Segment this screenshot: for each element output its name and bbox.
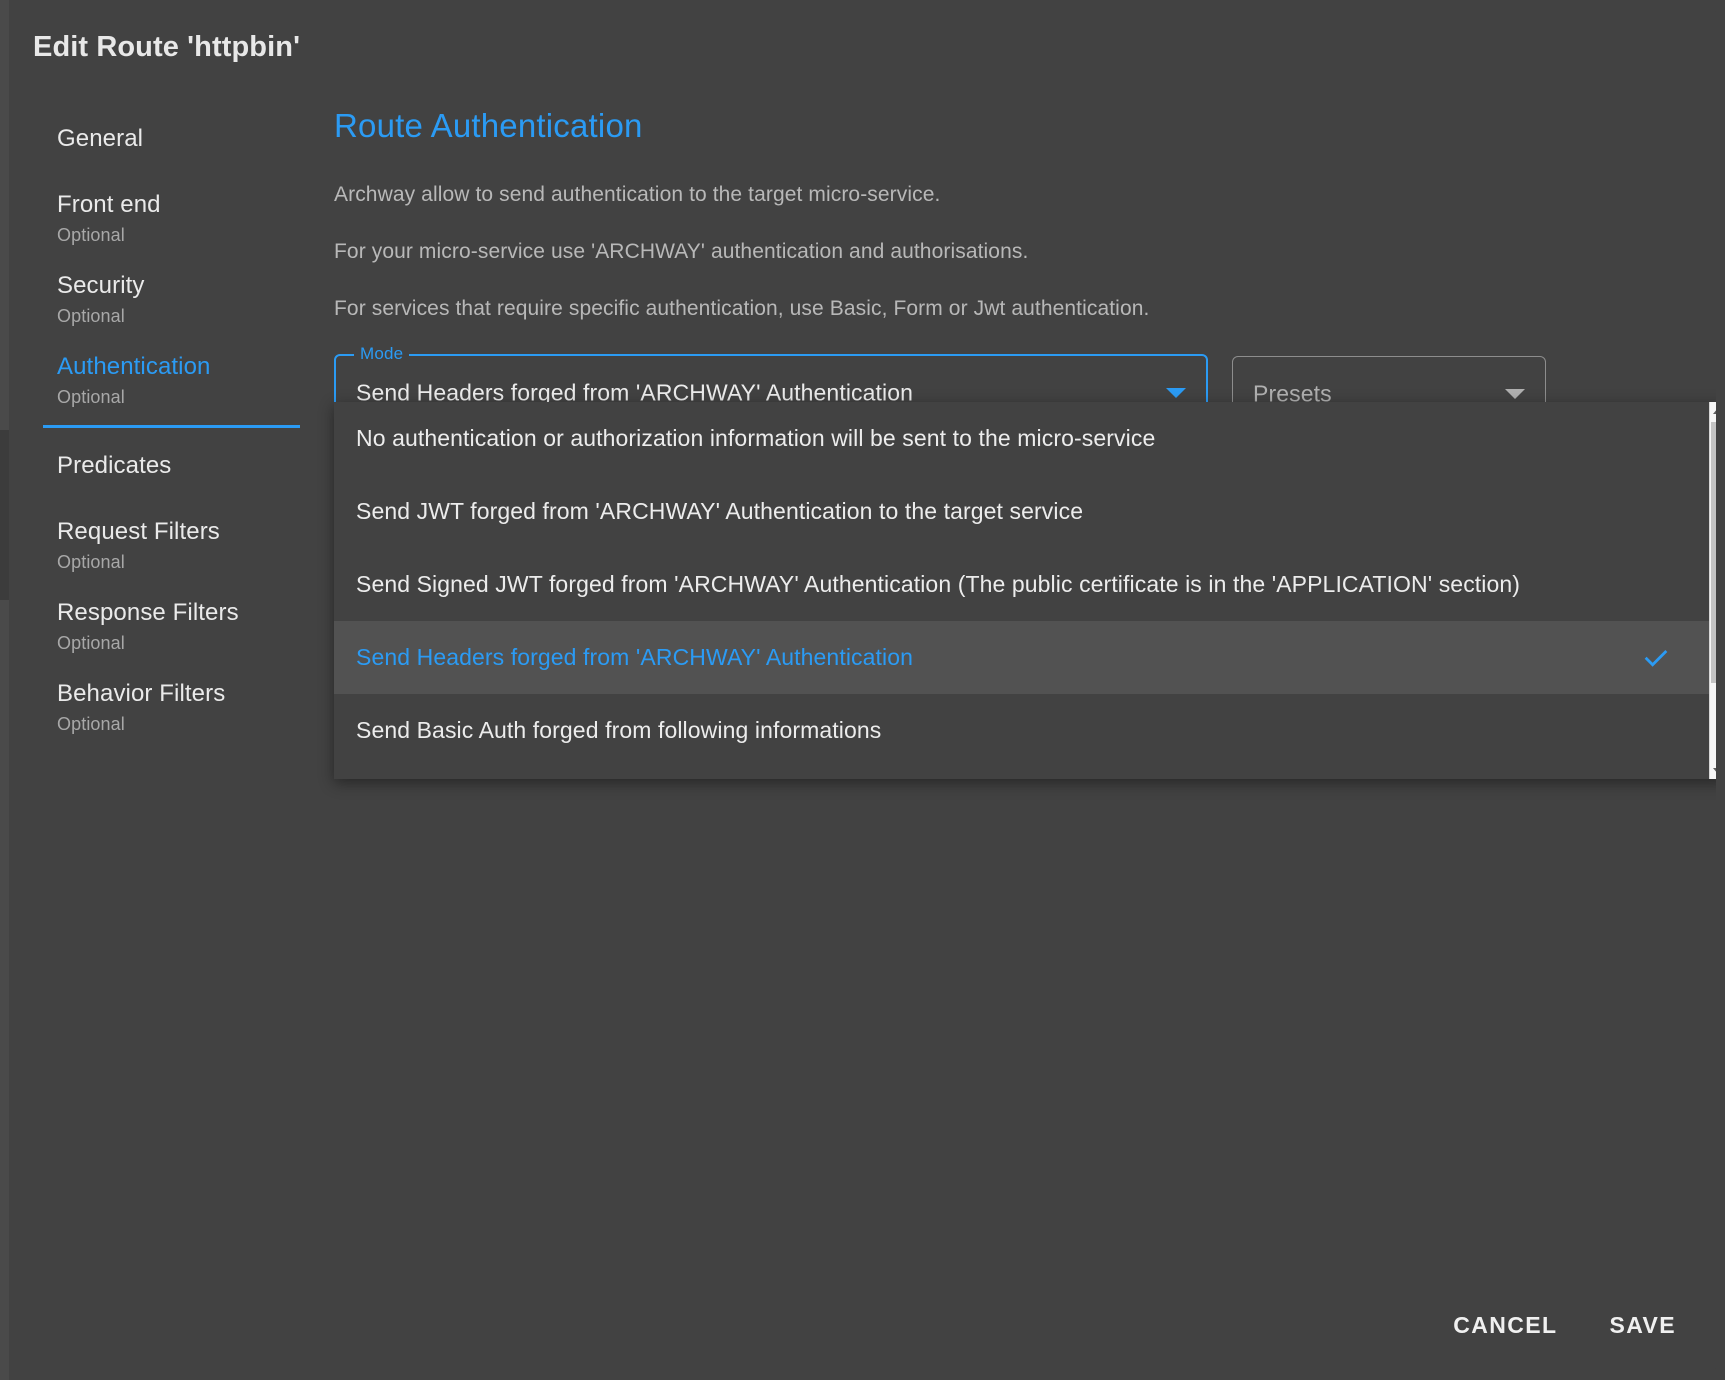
main-content: Route Authentication Archway allow to se… xyxy=(325,107,1696,434)
sidebar-item-label: Front end xyxy=(57,191,161,218)
mode-option[interactable]: Send Signed JWT forged from 'ARCHWAY' Au… xyxy=(334,548,1709,621)
section-description-2: For your micro-service use 'ARCHWAY' aut… xyxy=(334,240,1029,263)
mode-select-label: Mode xyxy=(354,344,410,364)
sidebar-item-front-end[interactable]: Front end Optional xyxy=(35,190,320,247)
chevron-down-icon xyxy=(1505,389,1525,399)
scroll-down-arrow-icon[interactable] xyxy=(1710,762,1716,779)
sidebar-item-sublabel: Optional xyxy=(57,306,125,326)
mode-option[interactable]: Send JWT forged from 'ARCHWAY' Authentic… xyxy=(334,475,1709,548)
mode-option-selected[interactable]: Send Headers forged from 'ARCHWAY' Authe… xyxy=(334,621,1709,694)
dropdown-scrollbar-thumb[interactable] xyxy=(1711,422,1716,683)
dialog-footer-actions: CANCEL SAVE xyxy=(1435,1300,1694,1351)
cancel-button[interactable]: CANCEL xyxy=(1435,1300,1575,1351)
sidebar-item-security[interactable]: Security Optional xyxy=(35,271,320,328)
mode-option-label: Send Basic Auth forged from following in… xyxy=(356,717,882,743)
page-left-edge-notch xyxy=(0,430,9,600)
mode-option-list: No authentication or authorization infor… xyxy=(334,402,1709,779)
edit-route-dialog: Edit Route 'httpbin' General Front end O… xyxy=(9,9,1716,1371)
mode-option-label: Send Signed JWT forged from 'ARCHWAY' Au… xyxy=(356,571,1521,597)
section-description-3: For services that require specific authe… xyxy=(334,297,1150,320)
scroll-up-arrow-icon[interactable] xyxy=(1710,402,1716,419)
sidebar-item-sublabel: Optional xyxy=(57,552,125,572)
section-description-1: Archway allow to send authentication to … xyxy=(334,183,941,206)
sidebar-item-sublabel: Optional xyxy=(57,387,125,407)
sidebar-item-label: Security xyxy=(57,272,145,299)
mode-option-label: Send Headers forged from 'ARCHWAY' Authe… xyxy=(356,644,914,670)
sidebar-item-authentication[interactable]: Authentication Optional xyxy=(35,352,320,428)
sidebar-item-label: Request Filters xyxy=(57,518,220,545)
sidebar-item-sublabel: Optional xyxy=(57,714,125,734)
chevron-down-icon xyxy=(1166,388,1186,398)
mode-option-label: No authentication or authorization infor… xyxy=(356,425,1156,451)
section-heading: Route Authentication xyxy=(334,107,643,144)
page-title: Edit Route 'httpbin' xyxy=(33,31,301,63)
sidebar-item-label: Authentication xyxy=(57,353,211,380)
sidebar-item-label: Response Filters xyxy=(57,599,239,626)
mode-option[interactable]: No authentication or authorization infor… xyxy=(334,402,1709,475)
sidebar-item-sublabel: Optional xyxy=(57,225,125,245)
sidebar-item-label: General xyxy=(57,125,144,152)
sidebar-item-sublabel: Optional xyxy=(57,633,125,653)
sidebar-item-label: Predicates xyxy=(57,452,172,479)
dropdown-scrollbar[interactable] xyxy=(1709,402,1716,779)
check-icon xyxy=(1641,643,1671,673)
mode-option[interactable]: Send Form Auth forged from following inf… xyxy=(334,767,1709,779)
sidebar-item-request-filters[interactable]: Request Filters Optional xyxy=(35,517,320,574)
sidebar-item-general[interactable]: General xyxy=(35,124,320,154)
mode-option[interactable]: Send Basic Auth forged from following in… xyxy=(334,694,1709,767)
sidebar-item-predicates[interactable]: Predicates xyxy=(35,451,320,481)
sidebar-item-behavior-filters[interactable]: Behavior Filters Optional xyxy=(35,679,320,736)
sidebar-item-response-filters[interactable]: Response Filters Optional xyxy=(35,598,320,655)
save-button[interactable]: SAVE xyxy=(1591,1300,1694,1351)
mode-select-dropdown-panel: No authentication or authorization infor… xyxy=(334,402,1716,779)
sidebar-item-label: Behavior Filters xyxy=(57,680,226,707)
page-left-edge-strip xyxy=(0,0,9,1380)
sidebar-active-indicator xyxy=(43,425,300,428)
mode-option-label: Send JWT forged from 'ARCHWAY' Authentic… xyxy=(356,498,1084,524)
dialog-sidebar: General Front end Optional Security Opti… xyxy=(35,124,320,736)
